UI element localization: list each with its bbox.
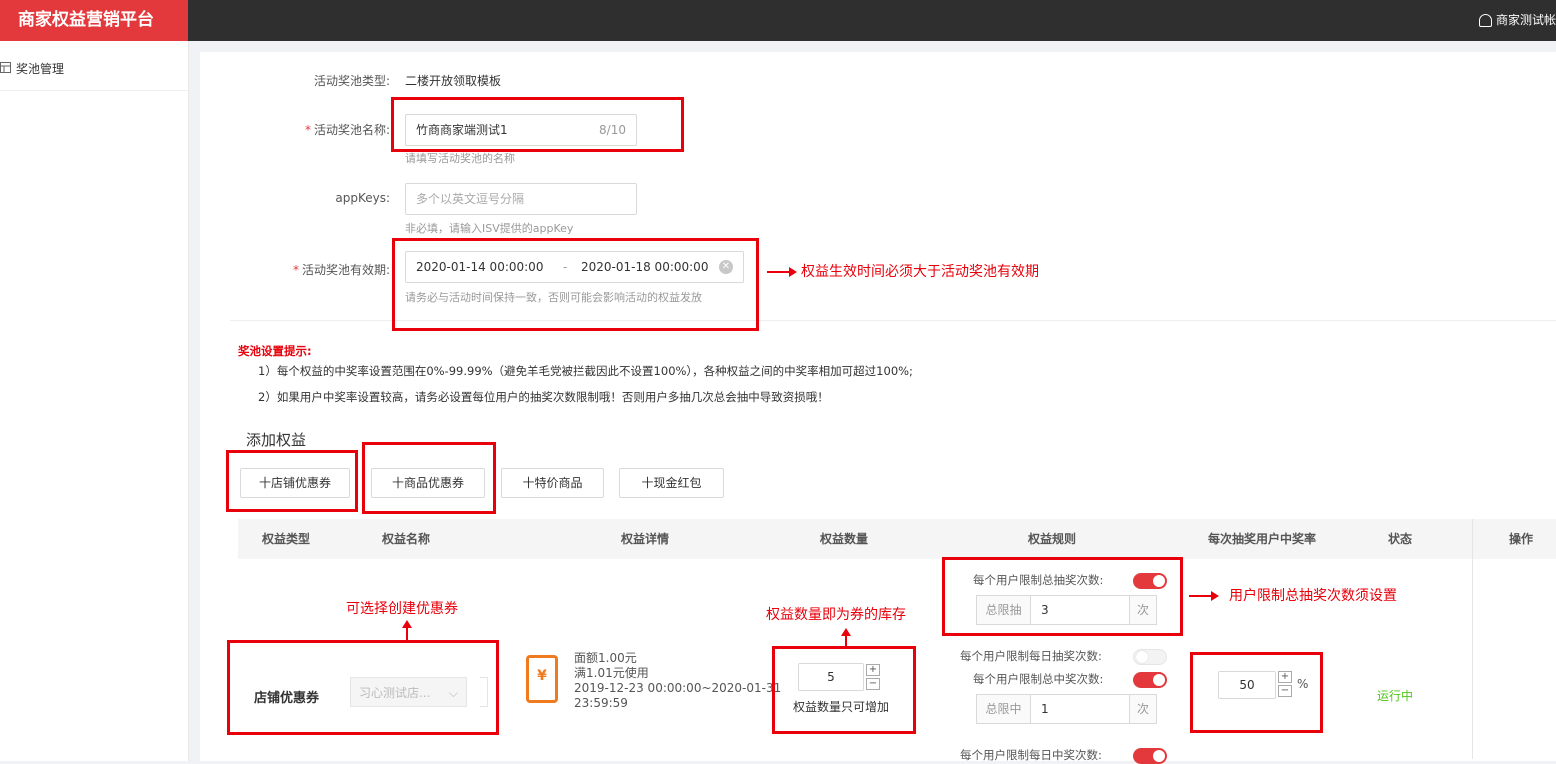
annotation-box-quantity (772, 646, 916, 734)
status-badge: 运行中 (1377, 689, 1414, 703)
col-name: 权益名称 (382, 532, 431, 546)
sidebar: 奖池管理 (0, 41, 189, 761)
pool-name-label: * 活动奖池名称: (200, 121, 390, 138)
sidebar-item-label: 奖池管理 (16, 62, 65, 76)
coupon-period-end: 23:59:59 (574, 696, 628, 710)
coupon-face-value: 面额1.00元 (574, 651, 637, 665)
arrow-right-icon (1189, 591, 1219, 601)
appkeys-input[interactable]: 多个以英文逗号分隔 (405, 183, 637, 215)
total-win-input[interactable]: 1 (1030, 694, 1130, 724)
arrow-up-icon (841, 628, 851, 646)
validity-label: * 活动奖池有效期: (200, 261, 390, 278)
required-mark: * (304, 123, 311, 137)
brand-logo[interactable]: 商家权益营销平台 (0, 0, 188, 41)
coupon-period: 2019-12-23 00:00:00~2020-01-31 (574, 681, 782, 695)
tips-line-1: 1）每个权益的中奖率设置范围在0%-99.99%（避免羊毛党被拦截因此不设置10… (258, 364, 913, 378)
pool-type-label: 活动奖池类型: (313, 74, 390, 88)
limit-annotation: 用户限制总抽奖次数须设置 (1229, 588, 1397, 604)
annotation-box-validity (392, 238, 759, 331)
annotation-box-rate (1190, 652, 1323, 733)
appkeys-hint: 非必填，请输入ISV提供的appKey (405, 222, 574, 235)
daily-win-limit-toggle[interactable] (1133, 748, 1167, 764)
sidebar-divider (0, 90, 188, 91)
tips-line-2: 2）如果用户中奖率设置较高，请务必设置每位用户的抽奖次数限制哦！否则用户多抽几次… (258, 390, 829, 404)
pool-name-label-text: 活动奖池名称: (313, 123, 390, 137)
add-cash-redpacket-button[interactable]: 十现金红包 (619, 468, 724, 498)
coupon-condition: 满1.01元使用 (574, 666, 649, 680)
total-win-suffix: 次 (1129, 694, 1157, 724)
add-special-price-button[interactable]: 十特价商品 (501, 468, 604, 498)
annotation-box-shop-coupon (226, 450, 358, 512)
tips-title: 奖池设置提示: (238, 344, 312, 358)
annotation-box-row-type (227, 640, 499, 735)
quantity-annotation: 权益数量即为券的库存 (766, 607, 906, 623)
col-action: 操作 (1509, 532, 1534, 546)
required-mark: * (292, 263, 299, 277)
total-win-limit-toggle[interactable] (1133, 672, 1167, 688)
main-content: 活动奖池类型: 二楼开放领取模板 * 活动奖池名称: 竹商商家端测试1 8/10 … (200, 52, 1556, 764)
coupon-detail: 面额1.00元 满1.01元使用 2019-12-23 00:00:00~202… (574, 651, 781, 711)
col-rate: 每次抽奖用户中奖率 (1208, 532, 1317, 546)
coupon-annotation: 可选择创建优惠券 (346, 601, 458, 617)
appkeys-label: appKeys: (335, 191, 390, 205)
user-icon (1478, 14, 1492, 27)
daily-draw-limit-toggle[interactable] (1133, 649, 1167, 665)
validity-annotation: 权益生效时间必须大于活动奖池有效期 (801, 264, 1039, 280)
col-rules: 权益规则 (1028, 532, 1077, 546)
validity-label-text: 活动奖池有效期: (301, 263, 390, 277)
yen-symbol: ¥ (537, 668, 547, 684)
pool-name-hint: 请填写活动奖池的名称 (405, 152, 515, 165)
total-win-prefix: 总限中 (976, 694, 1031, 724)
table-header: 权益类型 权益名称 权益详情 权益数量 权益规则 每次抽奖用户中奖率 状态 操作 (238, 519, 1556, 759)
top-bar: 商家权益营销平台 商家测试帐 (0, 0, 1556, 41)
annotation-box-pool-name (391, 97, 684, 152)
user-menu[interactable]: 商家测试帐 (1478, 0, 1556, 41)
total-win-limit-label: 每个用户限制总中奖次数: (973, 672, 1104, 686)
daily-draw-limit-label: 每个用户限制每日抽奖次数: (960, 649, 1102, 663)
col-quantity: 权益数量 (820, 532, 869, 546)
annotation-box-product-coupon (362, 442, 496, 514)
coupon-icon: ¥ (526, 655, 558, 703)
col-detail: 权益详情 (621, 532, 670, 546)
sidebar-item-pool-management[interactable]: 奖池管理 (0, 56, 64, 82)
col-type: 权益类型 (262, 532, 311, 546)
annotation-box-draw-limit (942, 557, 1183, 636)
pool-type-value: 二楼开放领取模板 (405, 74, 502, 88)
add-benefit-title: 添加权益 (246, 431, 307, 449)
user-name: 商家测试帐 (1495, 13, 1556, 27)
arrow-up-icon (402, 620, 412, 640)
table-icon (0, 62, 11, 73)
arrow-right-icon (767, 267, 797, 277)
col-status: 状态 (1388, 532, 1413, 546)
